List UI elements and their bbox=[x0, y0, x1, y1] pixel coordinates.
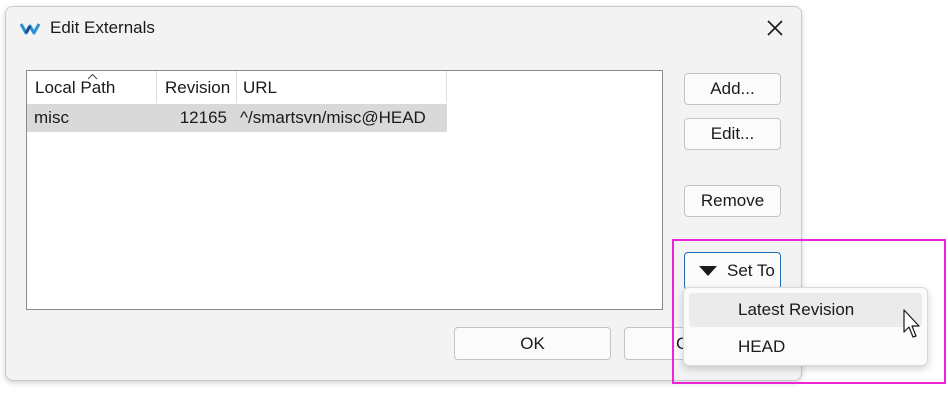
set-to-label: Set To bbox=[727, 261, 775, 280]
column-header-label: URL bbox=[243, 78, 278, 97]
remove-button[interactable]: Remove bbox=[684, 185, 781, 217]
column-header-local-path[interactable]: Local Path bbox=[27, 71, 157, 103]
close-icon bbox=[767, 20, 783, 36]
column-header-label: Revision bbox=[165, 78, 231, 97]
sort-caret-up-icon bbox=[87, 73, 98, 80]
column-header-label: Local Path bbox=[35, 78, 116, 97]
externals-table[interactable]: Local Path Revision URL misc 12165 ^/sma… bbox=[26, 70, 663, 310]
set-to-button[interactable]: Set To bbox=[684, 252, 781, 290]
mouse-pointer-icon bbox=[903, 309, 920, 338]
menu-item-head[interactable]: HEAD bbox=[689, 330, 922, 364]
smartsvn-logo-icon bbox=[20, 23, 40, 35]
add-button[interactable]: Add... bbox=[684, 73, 781, 105]
title-bar: Edit Externals bbox=[6, 7, 801, 51]
dropdown-triangle-icon bbox=[699, 266, 717, 276]
set-to-menu: Latest Revision HEAD bbox=[683, 287, 928, 366]
cell-url: ^/smartsvn/misc@HEAD bbox=[240, 108, 426, 127]
column-header-url[interactable]: URL bbox=[237, 71, 447, 103]
column-header-revision[interactable]: Revision bbox=[157, 71, 237, 103]
table-row[interactable]: misc 12165 ^/smartsvn/misc@HEAD bbox=[27, 104, 447, 132]
menu-item-latest-revision[interactable]: Latest Revision bbox=[689, 293, 922, 327]
close-button[interactable] bbox=[758, 13, 792, 43]
screen: Edit Externals Local Path Revision URL m… bbox=[0, 0, 948, 398]
cell-revision: 12165 bbox=[179, 108, 227, 127]
ok-button[interactable]: OK bbox=[454, 327, 611, 360]
cell-local-path: misc bbox=[34, 108, 69, 127]
edit-button[interactable]: Edit... bbox=[684, 118, 781, 150]
table-header: Local Path Revision URL bbox=[27, 71, 447, 103]
window-title: Edit Externals bbox=[50, 18, 155, 37]
